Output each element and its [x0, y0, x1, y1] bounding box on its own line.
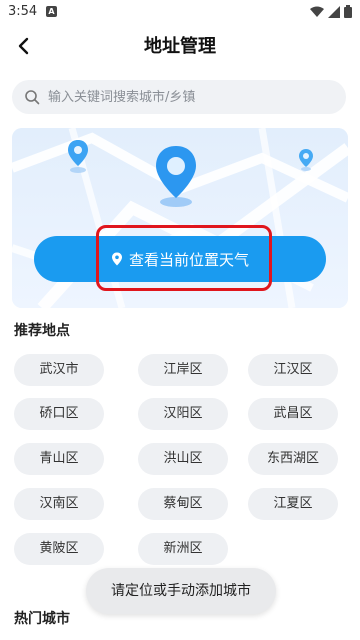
highlight-box — [96, 225, 272, 291]
recommended-chip[interactable]: 汉南区 — [14, 488, 104, 520]
recommended-chip[interactable]: 汉阳区 — [138, 398, 228, 430]
status-time: 3:54 — [8, 4, 38, 19]
wifi-icon — [310, 6, 324, 17]
battery-icon — [344, 5, 352, 18]
recommended-chip[interactable]: 江夏区 — [248, 488, 338, 520]
recommended-chip[interactable]: 新洲区 — [138, 533, 228, 565]
recommended-heading: 推荐地点 — [14, 323, 70, 339]
search-bar[interactable] — [12, 80, 346, 114]
status-icons — [310, 5, 352, 18]
app-bar: 地址管理 — [0, 28, 360, 64]
recommended-chip[interactable]: 黄陂区 — [14, 533, 104, 565]
recommended-chip[interactable]: 蔡甸区 — [138, 488, 228, 520]
search-icon — [25, 90, 40, 105]
search-input[interactable] — [48, 80, 338, 114]
notification-icon: A — [46, 6, 57, 17]
small-location-pin-icon — [68, 140, 88, 173]
recommended-chip[interactable]: 硚口区 — [14, 398, 104, 430]
large-location-pin-icon — [156, 146, 196, 207]
page-title: 地址管理 — [144, 36, 216, 57]
signal-icon — [328, 5, 340, 18]
recommended-chip[interactable]: 东西湖区 — [248, 443, 338, 475]
recommended-chip[interactable]: 青山区 — [14, 443, 104, 475]
toast-message: 请定位或手动添加城市 — [86, 568, 276, 614]
recommended-chip[interactable]: 洪山区 — [138, 443, 228, 475]
recommended-chip[interactable]: 江岸区 — [138, 354, 228, 386]
recommended-chip[interactable]: 武汉市 — [14, 354, 104, 386]
recommended-chip[interactable]: 江汉区 — [248, 354, 338, 386]
hot-cities-heading: 热门城市 — [14, 611, 70, 627]
recommended-chip[interactable]: 武昌区 — [248, 398, 338, 430]
status-bar: 3:54 A — [0, 0, 360, 24]
tiny-location-pin-icon — [299, 149, 313, 171]
